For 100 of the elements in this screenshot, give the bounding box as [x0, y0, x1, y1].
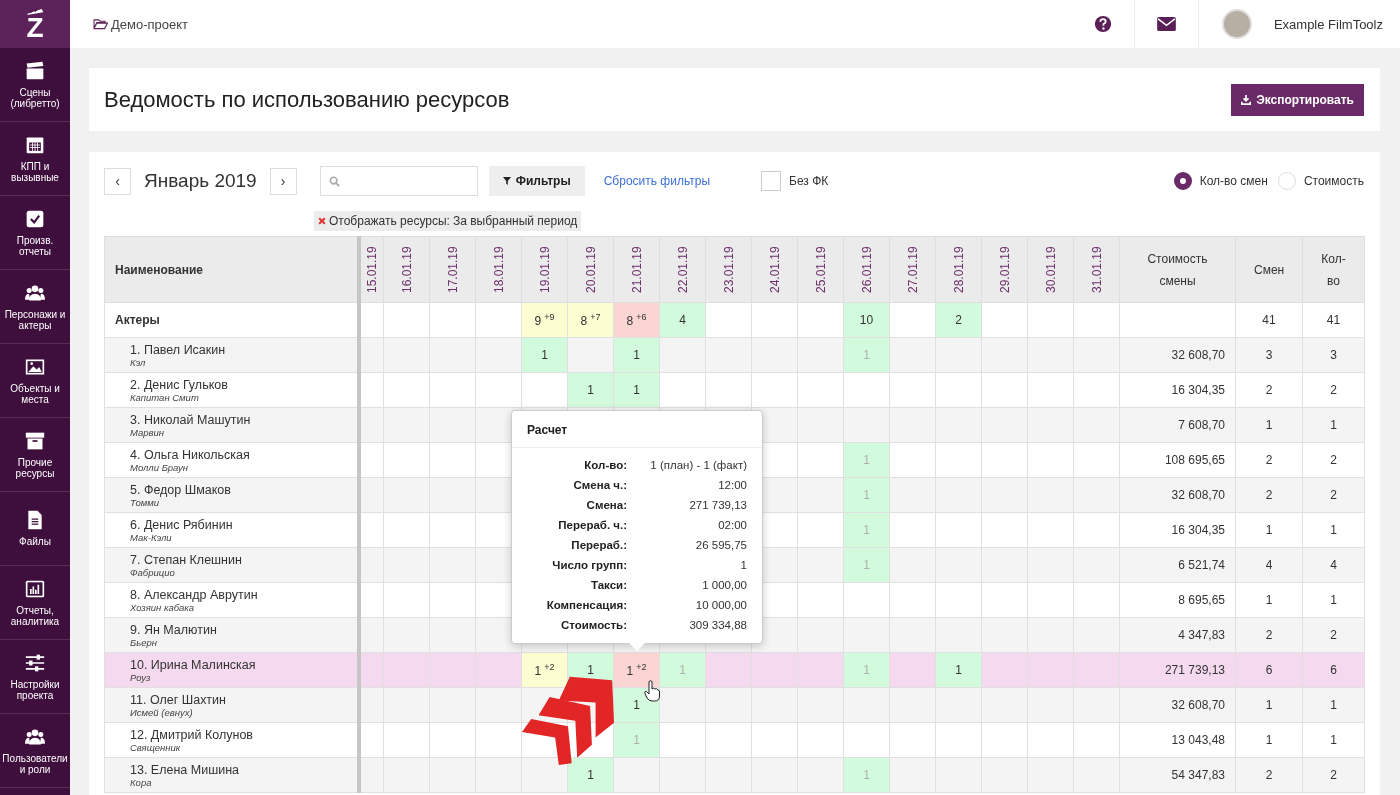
shifts-value: 3 — [1265, 348, 1273, 362]
table-cell[interactable]: 1 $^{+2}$ — [521, 652, 568, 688]
cost-value: 4 347,83 — [1178, 628, 1225, 642]
tooltip-value: 271 739,13 — [688, 498, 747, 513]
download-icon — [1241, 94, 1252, 105]
tooltip-value: 10 000,00 — [694, 598, 747, 613]
previous-button[interactable]: ‹ — [104, 167, 131, 195]
actor-name: 7. Степан Клешнин — [130, 552, 243, 567]
app-logo[interactable]: Z — [0, 0, 70, 48]
count-value: 2 — [1330, 453, 1337, 467]
actor-name: 6. Денис Рябинин — [130, 517, 234, 532]
shifts-value: 2 — [1265, 453, 1273, 467]
column-header: 30.01.19 — [1043, 245, 1058, 295]
table-cell[interactable]: 1 — [613, 337, 660, 373]
count-value: 1 — [1330, 593, 1337, 607]
group-name: Актеры — [115, 313, 160, 327]
filters-button[interactable]: Фильтры — [488, 166, 585, 196]
tooltip-value: 309 334,88 — [688, 618, 747, 633]
shifts-value: 2 — [1265, 383, 1273, 397]
role-name: Молли Браун — [130, 461, 190, 473]
cost-value: 32 608,70 — [1171, 698, 1225, 712]
cost-value: 8 695,65 — [1178, 593, 1225, 607]
tooltip-title: Расчет — [512, 411, 762, 448]
table-cell[interactable]: 10 — [843, 302, 890, 338]
radio-label: Кол-во смен — [1199, 174, 1268, 188]
role-name: Роуз — [130, 671, 151, 683]
shifts-value: 1 — [1265, 733, 1273, 747]
shifts-value: 6 — [1265, 663, 1273, 677]
shifts-value: 2 — [1265, 628, 1273, 642]
table-cell[interactable]: 1 — [935, 652, 982, 688]
actor-name: 13. Елена Мишина — [130, 762, 241, 777]
role-name: Хозяин кабака — [130, 601, 195, 613]
cost-value: 54 347,83 — [1171, 768, 1225, 782]
actor-name: 2. Денис Гульков — [130, 377, 229, 392]
tooltip-value: 02:00 — [717, 518, 747, 533]
sidebar-item[interactable]: Пользователи и роли — [0, 714, 70, 788]
table-cell[interactable]: 1 — [567, 757, 614, 793]
column-header: 23.01.19 — [721, 245, 736, 295]
mail-icon[interactable] — [1156, 17, 1176, 31]
sidebar-item[interactable]: КПП и вызывные — [0, 122, 70, 196]
tooltip-value: 1 000,00 — [701, 578, 747, 593]
sidebar-item[interactable]: Отчеты, аналитика — [0, 566, 70, 640]
checkbox[interactable] — [761, 171, 782, 191]
reset-filters-link[interactable]: Сбросить фильтры — [603, 174, 711, 188]
table-cell[interactable]: 4 — [659, 302, 706, 338]
sidebar-item[interactable]: Объекты и места — [0, 344, 70, 418]
sliders-icon — [25, 652, 45, 673]
table-cell[interactable]: 1 — [567, 372, 614, 408]
help-icon[interactable] — [1093, 15, 1112, 33]
sidebar-item[interactable]: Произв. отчеты — [0, 196, 70, 270]
folder-icon — [93, 18, 108, 30]
table-cell[interactable]: 8 $^{+7}$ — [567, 302, 614, 338]
tooltip-label: Стоимость: — [559, 618, 627, 633]
radio-button[interactable] — [1173, 172, 1192, 190]
table-cell[interactable]: 8 $^{+6}$ — [613, 302, 660, 338]
search-field[interactable] — [319, 166, 478, 196]
table-cell[interactable]: 2 — [935, 302, 982, 338]
project-link[interactable]: Демо-проект — [93, 16, 189, 32]
table-cell[interactable]: 1 — [521, 337, 568, 373]
cost-value: 32 608,70 — [1171, 488, 1225, 502]
count-value: 2 — [1330, 383, 1337, 397]
avatar[interactable] — [1221, 9, 1252, 39]
search-icon — [328, 175, 340, 187]
sidebar-item[interactable]: Прочие ресурсы — [0, 418, 70, 492]
cost-value: 271 739,13 — [1164, 663, 1225, 677]
clapperboard-icon — [25, 60, 45, 81]
tooltip-value: 1 (план) - 1 (факт) — [649, 458, 747, 473]
filter-icon — [502, 177, 511, 185]
table-cell[interactable]: 9 $^{+9}$ — [521, 302, 568, 338]
tooltip-label: Такси: — [589, 578, 627, 593]
tooltip-label: Смена ч.: — [572, 478, 627, 493]
radio-label: Стоимость — [1303, 174, 1364, 188]
column-header: 15.01.19 — [364, 245, 379, 295]
tooltip-label: Перераб. ч.: — [557, 518, 627, 533]
archive-box-icon — [25, 430, 45, 451]
count-value: 2 — [1330, 488, 1337, 502]
role-name: Капитан Смит — [130, 391, 199, 403]
user-name[interactable]: Example FilmToolz — [1273, 16, 1383, 32]
sidebar-item[interactable]: Персонажи и актеры — [0, 270, 70, 344]
table-cell[interactable]: 1 — [613, 372, 660, 408]
count-value: 4 — [1330, 558, 1337, 572]
cost-value: 13 043,48 — [1171, 733, 1225, 747]
actor-name: 8. Александр Аврутин — [130, 587, 259, 602]
count-value: 3 — [1330, 348, 1337, 362]
column-header: 20.01.19 — [583, 245, 598, 295]
shifts-value: 2 — [1265, 488, 1273, 502]
sidebar-item[interactable]: Настройки проекта — [0, 640, 70, 714]
sidebar-item[interactable]: Сцены (либретто) — [0, 48, 70, 122]
actor-name: 9. Ян Малютин — [130, 622, 218, 637]
filter-label: Отображать ресурсы: — [329, 214, 450, 228]
sidebar-item[interactable]: Файлы — [0, 492, 70, 566]
count-value: 6 — [1330, 663, 1337, 677]
cost-value: 6 521,74 — [1178, 558, 1225, 572]
column-header: 28.01.19 — [951, 245, 966, 295]
count-value: 1 — [1330, 523, 1337, 537]
close-icon[interactable] — [318, 217, 326, 225]
export-button[interactable]: Экспортировать — [1231, 83, 1364, 116]
next-button[interactable]: › — [269, 167, 297, 195]
shifts-value: 4 — [1265, 558, 1273, 572]
shifts-value: 41 — [1262, 313, 1276, 327]
